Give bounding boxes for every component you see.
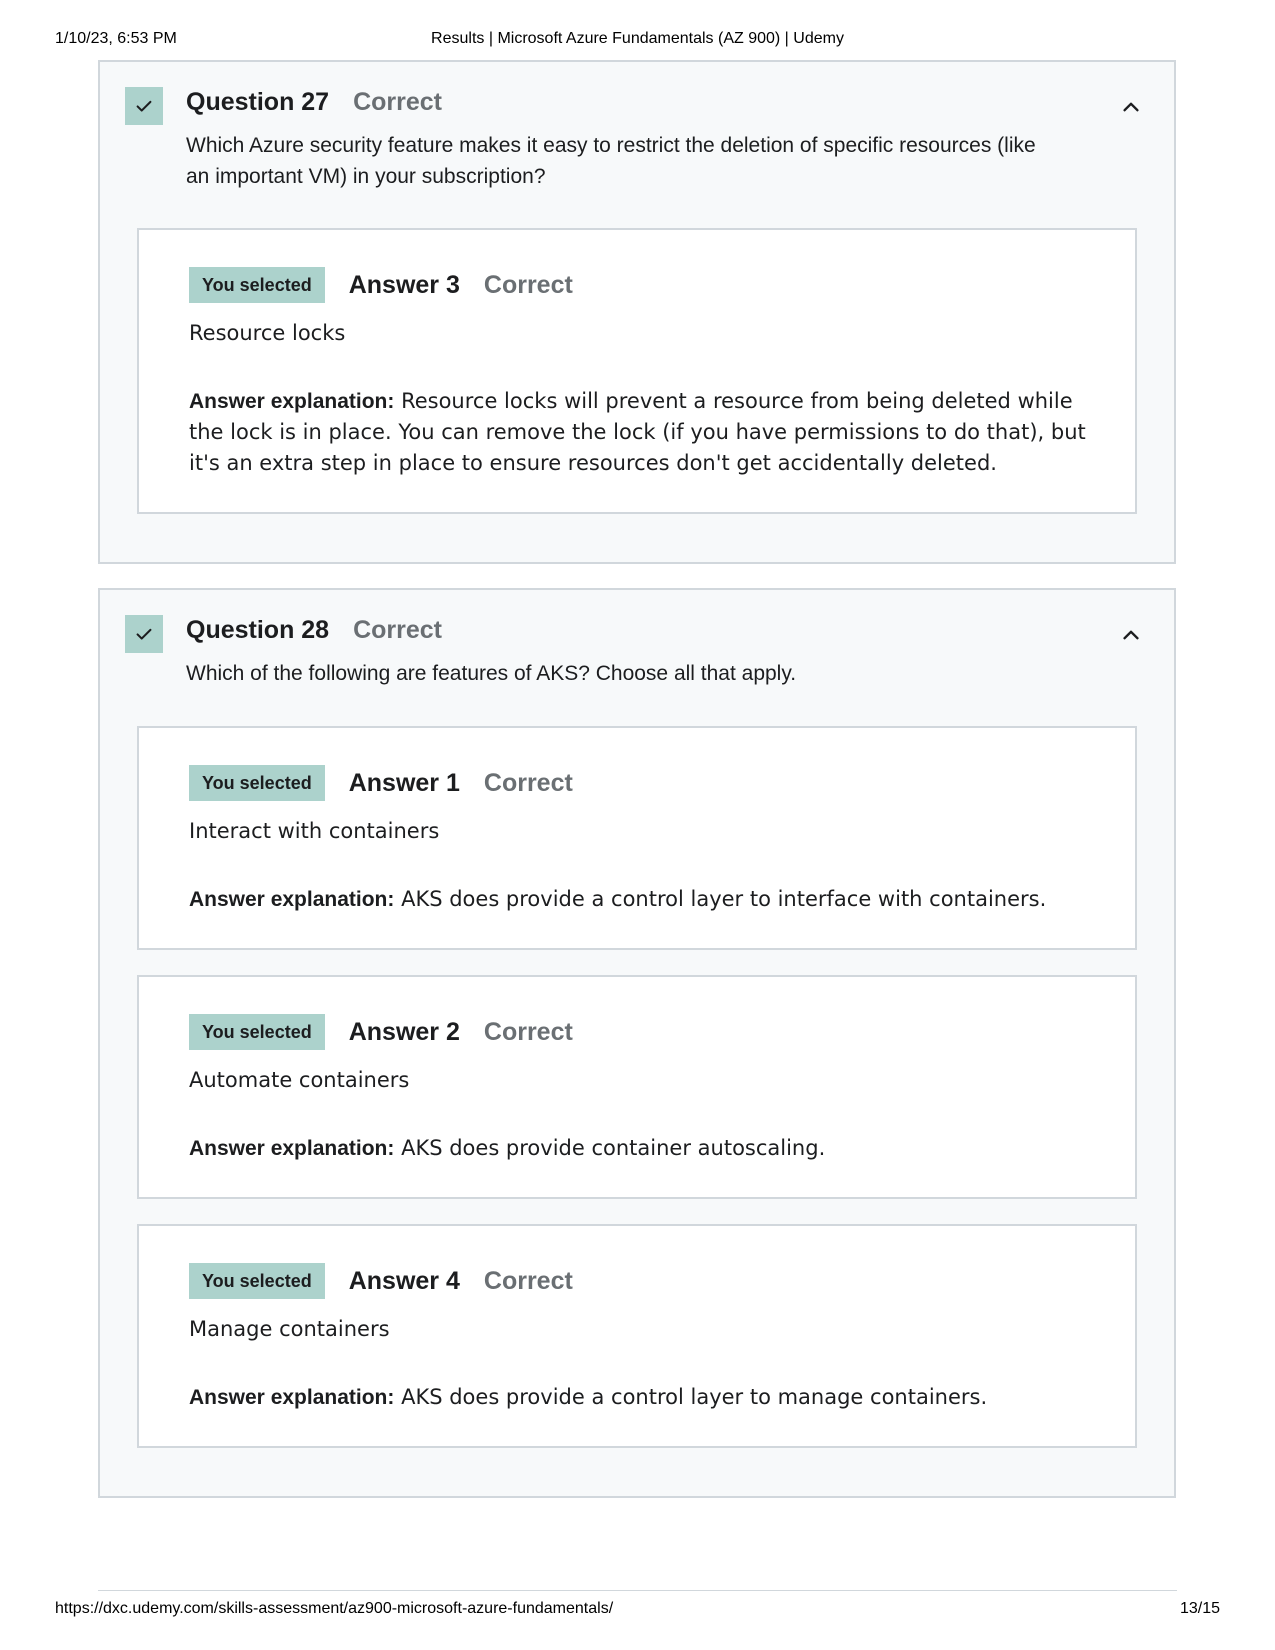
answer-text: Interact with containers (189, 819, 440, 843)
answer-explanation-text: AKS does provide container autoscaling. (401, 1136, 826, 1160)
answer-card: You selected Answer 1 Correct Interact w… (137, 726, 1137, 950)
check-icon (136, 628, 152, 640)
print-header: 1/10/23, 6:53 PM Results | Microsoft Azu… (55, 30, 1220, 52)
print-footer: https://dxc.udemy.com/skills-assessment/… (55, 1600, 1220, 1622)
you-selected-badge: You selected (189, 267, 325, 303)
answer-status: Correct (483, 1017, 573, 1046)
print-page-number: 13/15 (1179, 1600, 1220, 1617)
answer-heading: You selected Answer 3 Correct (189, 267, 573, 303)
question-text: Which of the following are features of A… (186, 662, 797, 685)
question-status: Correct (353, 88, 443, 116)
question-number: Question 27 (186, 88, 330, 116)
check-icon (136, 100, 152, 112)
answer-number: Answer 1 (348, 768, 460, 797)
answer-text: Automate containers (189, 1068, 410, 1092)
answer-explanation-label: Answer explanation: (189, 888, 395, 911)
answer-status: Correct (483, 768, 573, 797)
question-number: Question 28 (186, 616, 330, 644)
footer-divider (98, 1590, 1177, 1591)
answer-heading: You selected Answer 1 Correct (189, 765, 573, 801)
question-status: Correct (353, 616, 443, 644)
answer-explanation: Answer explanation: AKS does provide con… (189, 1133, 1089, 1164)
answer-number: Answer 4 (348, 1266, 460, 1295)
collapse-question-button[interactable] (1118, 622, 1144, 648)
collapse-question-button[interactable] (1118, 94, 1144, 120)
answer-explanation-label: Answer explanation: (189, 1137, 395, 1160)
question-heading: Question 27 Correct (186, 88, 442, 120)
answer-explanation-label: Answer explanation: (189, 390, 395, 413)
print-url: https://dxc.udemy.com/skills-assessment/… (55, 1600, 614, 1617)
answer-text: Resource locks (189, 321, 346, 345)
answer-explanation: Answer explanation: AKS does provide a c… (189, 1382, 1089, 1413)
chevron-up-icon (1123, 630, 1139, 640)
answer-number: Answer 2 (348, 1017, 460, 1046)
answer-number: Answer 3 (348, 270, 460, 299)
you-selected-badge: You selected (189, 765, 325, 801)
question-panel: Question 27 Correct Which Azure security… (98, 60, 1176, 564)
answer-explanation-text: AKS does provide a control layer to mana… (401, 1385, 988, 1409)
correct-check-badge (125, 615, 163, 653)
question-text: Which Azure security feature makes it ea… (186, 134, 1036, 188)
print-page-title: Results | Microsoft Azure Fundamentals (… (431, 30, 844, 47)
answer-explanation-text: AKS does provide a control layer to inte… (401, 887, 1047, 911)
answer-explanation: Answer explanation: Resource locks will … (189, 386, 1089, 479)
answer-card: You selected Answer 4 Correct Manage con… (137, 1224, 1137, 1448)
answer-status: Correct (483, 270, 573, 299)
chevron-up-icon (1123, 102, 1139, 112)
answer-heading: You selected Answer 2 Correct (189, 1014, 573, 1050)
answer-heading: You selected Answer 4 Correct (189, 1263, 573, 1299)
answer-text: Manage containers (189, 1317, 390, 1341)
answer-explanation-label: Answer explanation: (189, 1386, 395, 1409)
answer-card: You selected Answer 2 Correct Automate c… (137, 975, 1137, 1199)
you-selected-badge: You selected (189, 1014, 325, 1050)
answer-status: Correct (483, 1266, 573, 1295)
answer-explanation: Answer explanation: AKS does provide a c… (189, 884, 1089, 915)
answer-card: You selected Answer 3 Correct Resource l… (137, 228, 1137, 514)
question-panel: Question 28 Correct Which of the followi… (98, 588, 1176, 1498)
you-selected-badge: You selected (189, 1263, 325, 1299)
question-heading: Question 28 Correct (186, 616, 442, 648)
correct-check-badge (125, 87, 163, 125)
